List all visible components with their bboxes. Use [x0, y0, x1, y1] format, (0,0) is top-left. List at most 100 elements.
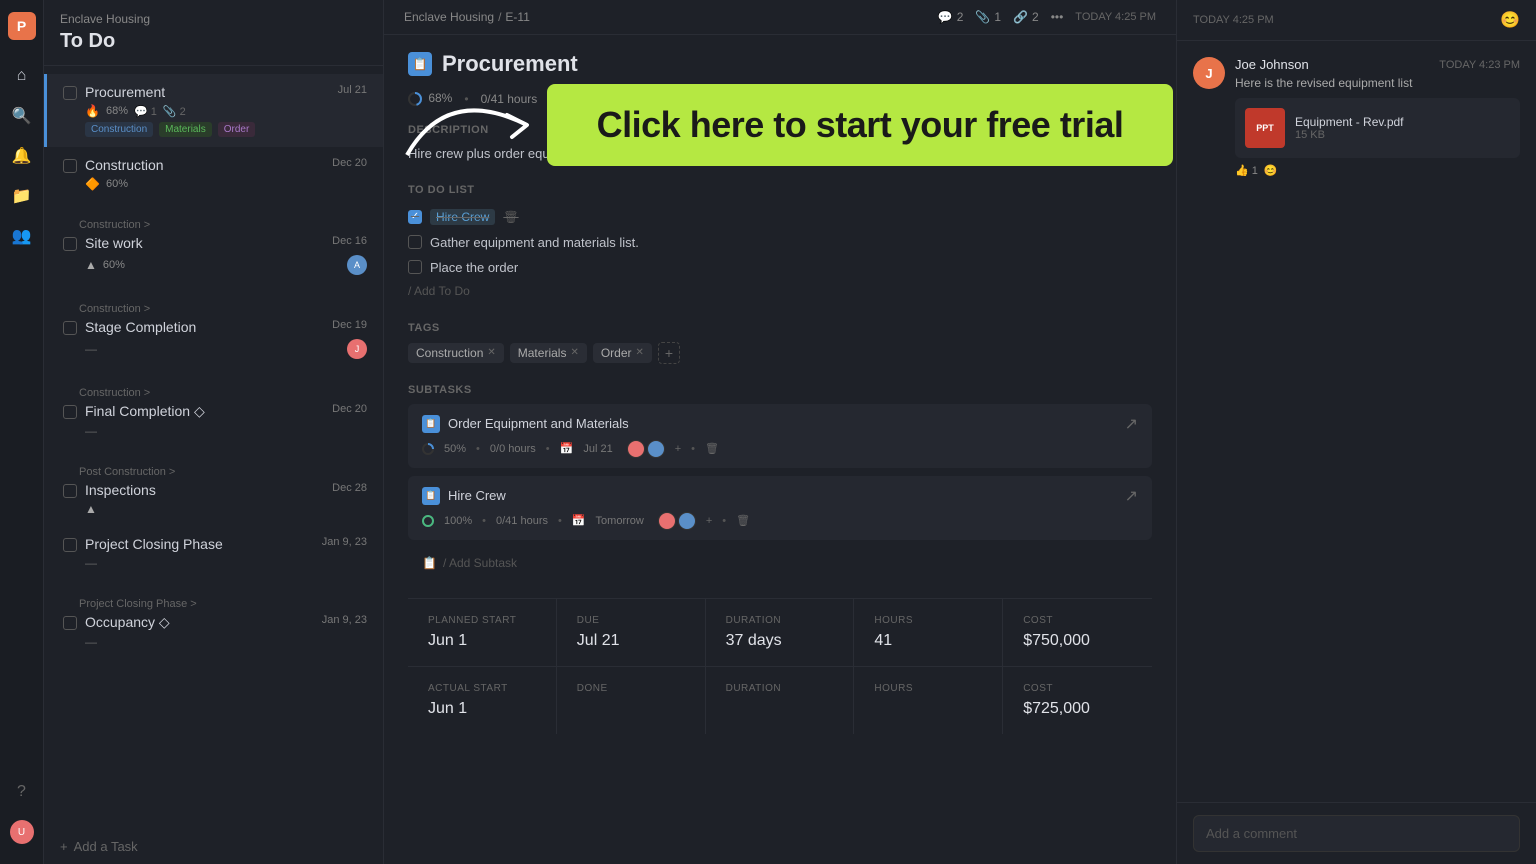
subtask-avatar-0b [647, 440, 665, 458]
subtask-progress-1: 100% [444, 515, 472, 527]
comment-count-group: 💬 2 [938, 10, 964, 24]
task-item-site-work[interactable]: Construction > Site work Dec 16 ▲ 60% A [44, 201, 383, 285]
stat-due: DUE Jul 21 [557, 599, 706, 666]
nav-icon-bell[interactable]: 🔔 [6, 140, 38, 172]
subtask-due-1: Tomorrow [596, 515, 644, 527]
comment-text-0: Here is the revised equipment list [1235, 76, 1520, 90]
tag-construction[interactable]: Construction [85, 122, 153, 137]
task-name-site-work: Site work [85, 235, 324, 251]
add-assignee-subtask-0[interactable]: + [675, 443, 681, 455]
nav-icon-user[interactable]: U [6, 816, 38, 848]
external-link-icon-0[interactable]: ↗ [1125, 414, 1138, 434]
attachment-box-0[interactable]: PPT Equipment - Rev.pdf 15 KB [1235, 98, 1520, 158]
todo-text-2: Place the order [430, 260, 518, 275]
attachment-icon-header: 📎 [975, 10, 990, 24]
task-name-inspections: Inspections [85, 482, 324, 498]
add-subtask-button[interactable]: 📋 / Add Subtask [408, 548, 1152, 578]
task-item-project-closing[interactable]: Project Closing Phase Jan 9, 23 — [44, 526, 383, 580]
task-checkbox-project-closing[interactable] [63, 538, 77, 552]
task-checkbox-occupancy[interactable] [63, 616, 77, 630]
comment-item-0: J Joe Johnson TODAY 4:23 PM Here is the … [1193, 57, 1520, 177]
list-title: To Do [60, 30, 367, 53]
detail-tag-construction: Construction ✕ [408, 343, 504, 363]
task-checkbox-stage-completion[interactable] [63, 321, 77, 335]
add-tag-button[interactable]: + [658, 342, 680, 364]
attachment-count: 1 [994, 10, 1001, 24]
task-item-procurement[interactable]: Procurement Jul 21 🔥 68% 💬 1 📎 2 Constru… [44, 74, 383, 147]
nav-icon-help[interactable]: ? [6, 776, 38, 808]
emoji-add-reaction[interactable]: 😊 [1264, 164, 1278, 177]
task-checkbox-construction[interactable] [63, 159, 77, 173]
task-list-header: Enclave Housing To Do [44, 0, 383, 66]
app-logo[interactable]: P [8, 12, 36, 40]
task-date-stage-completion: Dec 19 [332, 319, 367, 331]
stats-actual: ACTUAL START Jun 1 DONE DURATION HOURS C… [408, 666, 1152, 734]
fire-icon: 🔥 [85, 104, 100, 118]
dash-icon-3: — [85, 556, 97, 570]
task-date-inspections: Dec 28 [332, 482, 367, 494]
link-count-group: 🔗 2 [1013, 10, 1039, 24]
emoji-icon: 😊 [1264, 164, 1278, 177]
remove-tag-construction[interactable]: ✕ [487, 347, 495, 358]
ellipsis-icon[interactable]: ••• [1051, 10, 1064, 24]
task-item-occupancy[interactable]: Project Closing Phase > Occupancy ◇ Jan … [44, 580, 383, 659]
stat-done: DONE [557, 667, 706, 734]
task-checkbox-procurement[interactable] [63, 86, 77, 100]
subtask-progress-0: 50% [444, 443, 466, 455]
assignee-avatar-site-work: A [347, 255, 367, 275]
delete-subtask-1[interactable]: 🗑 [736, 514, 750, 527]
task-item-final-completion[interactable]: Construction > Final Completion ◇ Dec 20… [44, 369, 383, 448]
task-item-inspections[interactable]: Post Construction > Inspections Dec 28 ▲ [44, 448, 383, 526]
emoji-reaction-icon[interactable]: 😊 [1500, 10, 1520, 30]
stat-hours-planned: HOURS 41 [854, 599, 1003, 666]
task-checkbox-final-completion[interactable] [63, 405, 77, 419]
nav-icon-users[interactable]: 👥 [6, 220, 38, 252]
task-title-row: 📋 Procurement [408, 51, 1152, 77]
comment-input[interactable] [1193, 815, 1520, 852]
task-progress-procurement: 68% [106, 105, 128, 117]
thumbs-up-reaction[interactable]: 👍 1 [1235, 164, 1258, 177]
icon-bar: P ⌂ 🔍 🔔 📁 👥 ? U [0, 0, 44, 864]
tags-label: TAGS [408, 322, 1152, 334]
comment-icon-header: 💬 [938, 10, 953, 24]
nav-icon-search[interactable]: 🔍 [6, 100, 38, 132]
breadcrumb-project[interactable]: Enclave Housing [404, 10, 494, 24]
tag-order[interactable]: Order [218, 122, 256, 137]
todo-check-1[interactable] [408, 235, 422, 249]
more-options-group[interactable]: ••• [1051, 10, 1064, 24]
nav-icon-home[interactable]: ⌂ [6, 60, 38, 92]
stat-duration-actual: DURATION [706, 667, 855, 734]
task-item-construction[interactable]: Construction Dec 20 🔶 60% [44, 147, 383, 201]
detail-tag-materials: Materials ✕ [510, 343, 587, 363]
task-checkbox-inspections[interactable] [63, 484, 77, 498]
task-checkbox-site-work[interactable] [63, 237, 77, 251]
remove-tag-order[interactable]: ✕ [636, 347, 644, 358]
todo-delete-0[interactable]: 🗑 [503, 210, 518, 224]
stats-planned: PLANNED START Jun 1 DUE Jul 21 DURATION … [408, 598, 1152, 666]
subtask-actions-1: ↗ [1125, 486, 1138, 506]
add-assignee-subtask-1[interactable]: + [706, 515, 712, 527]
delete-subtask-0[interactable]: 🗑 [705, 442, 719, 455]
subtask-avatar-1a [658, 512, 676, 530]
subtasks-section: 📋 Order Equipment and Materials ↗ 50% • … [408, 404, 1152, 578]
subtask-item-0: 📋 Order Equipment and Materials ↗ 50% • … [408, 404, 1152, 468]
stat-cost-actual: COST $725,000 [1003, 667, 1152, 734]
remove-tag-materials[interactable]: ✕ [570, 347, 578, 358]
comment-section: J Joe Johnson TODAY 4:23 PM Here is the … [1177, 41, 1536, 802]
todo-check-0[interactable]: ✓ [408, 210, 422, 224]
task-item-stage-completion[interactable]: Construction > Stage Completion Dec 19 —… [44, 285, 383, 369]
cta-arrow [387, 75, 547, 175]
cta-button[interactable]: Click here to start your free trial [547, 84, 1174, 166]
external-link-icon-1[interactable]: ↗ [1125, 486, 1138, 506]
tag-materials[interactable]: Materials [159, 122, 212, 137]
add-task-button[interactable]: + Add a Task [44, 829, 383, 864]
subtask-title-0: 📋 Order Equipment and Materials [422, 415, 629, 433]
todo-item-1: Gather equipment and materials list. [408, 230, 1152, 255]
nav-icon-folder[interactable]: 📁 [6, 180, 38, 212]
add-todo-button[interactable]: / Add To Do [408, 280, 1152, 302]
task-date-project-closing: Jan 9, 23 [322, 536, 367, 548]
todo-check-2[interactable] [408, 260, 422, 274]
task-date-occupancy: Jan 9, 23 [322, 614, 367, 626]
breadcrumb-task-id[interactable]: E-11 [505, 10, 529, 24]
todo-item-2: Place the order [408, 255, 1152, 280]
